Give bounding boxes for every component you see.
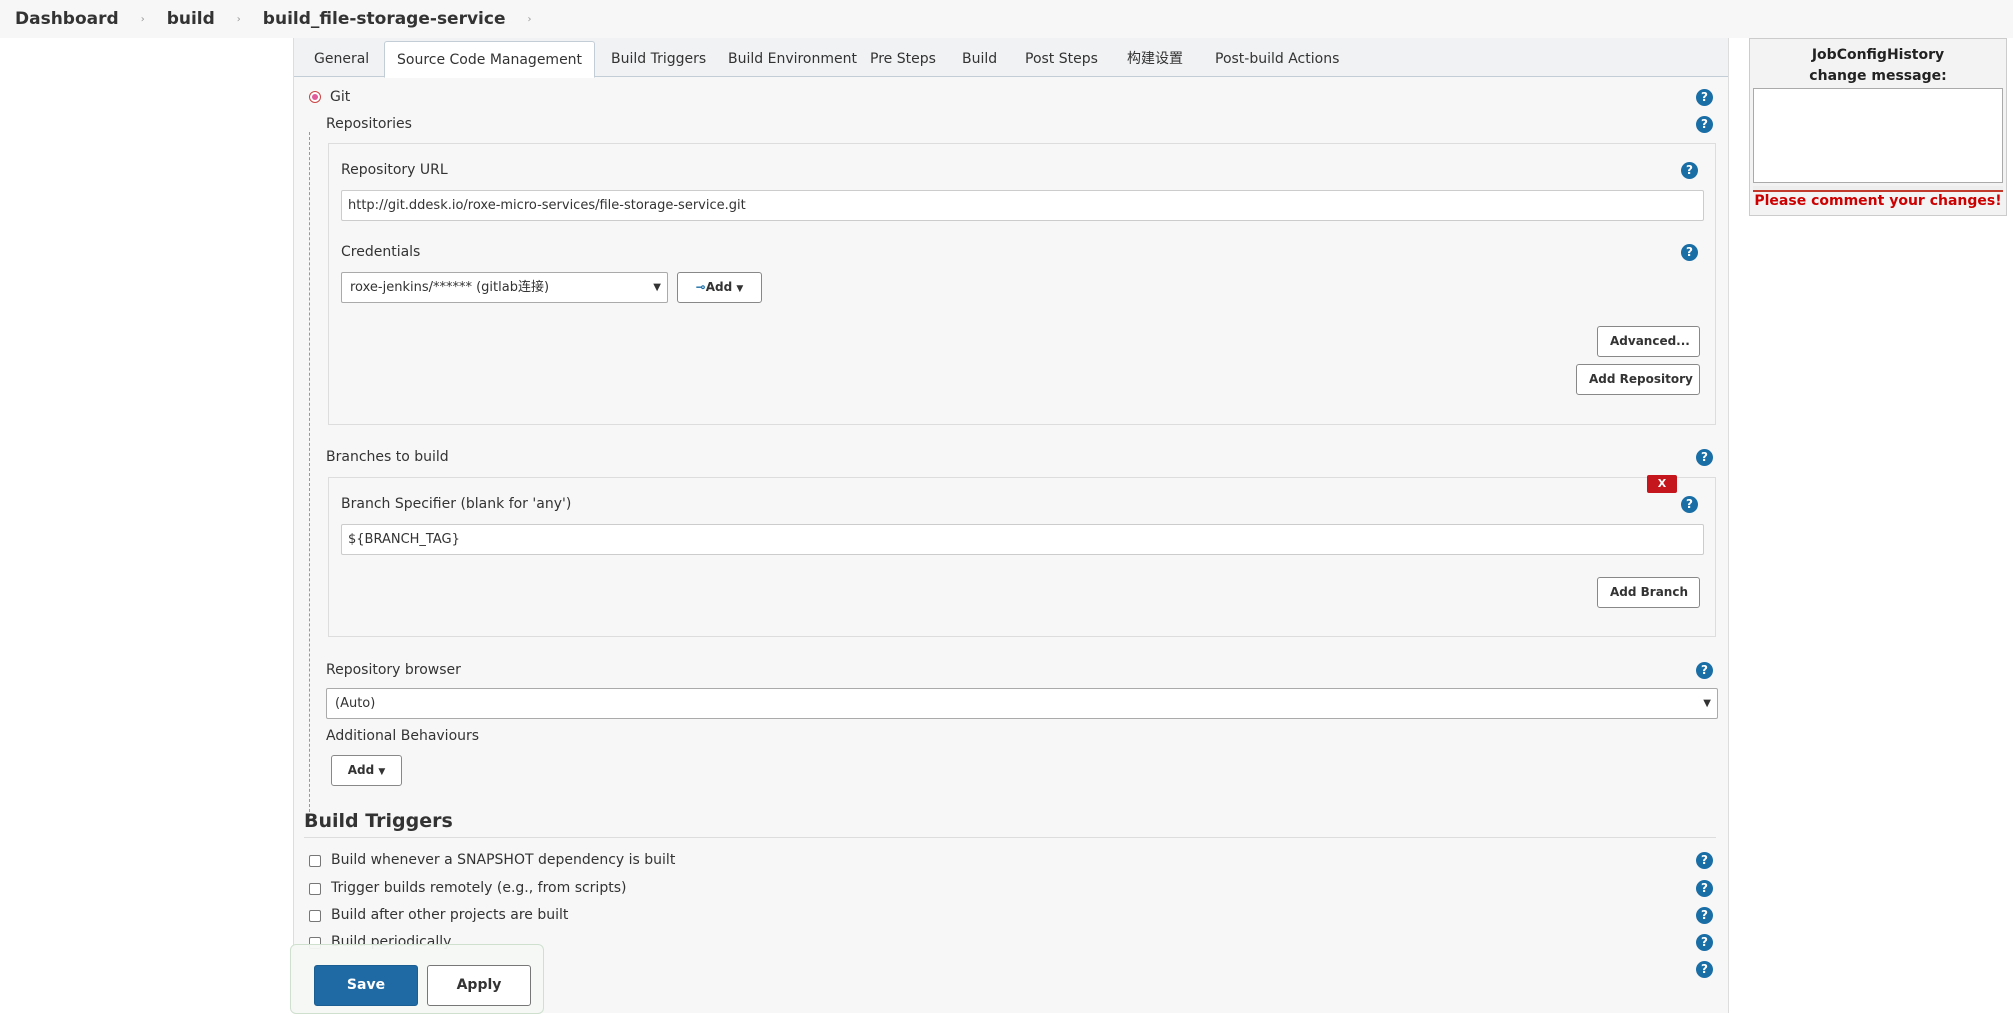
help-icon[interactable]: ? <box>1681 496 1698 513</box>
caret-down-icon: ▼ <box>736 284 744 294</box>
git-label: Git <box>330 89 351 105</box>
chevron-down-icon: ▼ <box>1703 698 1711 709</box>
additional-behaviours-label: Additional Behaviours <box>326 728 480 744</box>
job-config-history-title-line2: change message: <box>1809 68 1947 84</box>
build-triggers-title: Build Triggers <box>304 810 453 832</box>
job-config-history-title-line1: JobConfigHistory <box>1811 47 1945 63</box>
help-icon[interactable]: ? <box>1696 907 1713 924</box>
tab-post-build-actions[interactable]: Post-build Actions <box>1203 41 1351 78</box>
help-icon[interactable]: ? <box>1696 116 1713 133</box>
trigger-after-projects-label: Build after other projects are built <box>331 907 569 923</box>
config-panel: General Source Code Management Build Tri… <box>293 38 1729 1013</box>
breadcrumb-dashboard[interactable]: Dashboard <box>15 9 119 29</box>
help-icon[interactable]: ? <box>1696 934 1713 951</box>
add-credentials-label: Add <box>705 280 733 294</box>
trigger-snapshot-label: Build whenever a SNAPSHOT dependency is … <box>331 852 676 868</box>
repo-browser-value: (Auto) <box>335 696 376 711</box>
help-icon[interactable]: ? <box>1696 89 1713 106</box>
change-message-textarea[interactable] <box>1753 88 2003 183</box>
breadcrumb-separator-icon[interactable]: › <box>141 14 145 25</box>
resize-grip[interactable] <box>1753 186 2003 192</box>
apply-button[interactable]: Apply <box>427 965 531 1006</box>
git-radio[interactable] <box>309 91 321 103</box>
breadcrumb-build[interactable]: build <box>167 9 215 29</box>
credentials-value: roxe-jenkins/****** (gitlab连接) <box>350 280 550 295</box>
comment-warning: Please comment your changes! <box>1754 193 2002 209</box>
save-bar: Save Apply <box>290 944 544 1014</box>
credentials-select[interactable]: roxe-jenkins/****** (gitlab连接) ▼ <box>341 272 668 303</box>
breadcrumb-separator-icon[interactable]: › <box>237 14 241 25</box>
tab-post-steps[interactable]: Post Steps <box>1013 41 1110 78</box>
trigger-remote-checkbox[interactable] <box>309 883 321 895</box>
help-icon[interactable]: ? <box>1696 662 1713 679</box>
trigger-snapshot-checkbox[interactable] <box>309 855 321 867</box>
repo-url-input[interactable]: http://git.ddesk.io/roxe-micro-services/… <box>341 190 1704 221</box>
config-tabbar: General Source Code Management Build Tri… <box>294 38 1728 78</box>
help-icon[interactable]: ? <box>1696 852 1713 869</box>
delete-branch-button[interactable]: X <box>1647 475 1677 493</box>
branch-specifier-label: Branch Specifier (blank for 'any') <box>341 496 572 512</box>
breadcrumb-job[interactable]: build_file-storage-service <box>263 9 506 29</box>
help-icon[interactable]: ? <box>1696 449 1713 466</box>
breadcrumb: Dashboard › build › build_file-storage-s… <box>0 0 2013 38</box>
add-repository-button[interactable]: Add Repository <box>1576 364 1700 395</box>
branches-label: Branches to build <box>326 449 449 465</box>
caret-down-icon: ▼ <box>378 767 386 777</box>
section-divider <box>304 837 1716 838</box>
help-icon[interactable]: ? <box>1681 244 1698 261</box>
credentials-label: Credentials <box>341 244 421 260</box>
tab-pre-steps[interactable]: Pre Steps <box>858 41 948 78</box>
key-icon: ⊸ <box>695 280 706 294</box>
tab-build-triggers[interactable]: Build Triggers <box>599 41 718 78</box>
repositories-label: Repositories <box>326 116 412 132</box>
add-credentials-button[interactable]: ⊸Add ▼ <box>677 272 762 303</box>
repo-browser-label: Repository browser <box>326 662 461 678</box>
tab-build-environment[interactable]: Build Environment <box>716 41 869 78</box>
add-behaviour-button[interactable]: Add ▼ <box>331 755 402 786</box>
help-icon[interactable]: ? <box>1696 961 1713 978</box>
help-icon[interactable]: ? <box>1681 162 1698 179</box>
help-icon[interactable]: ? <box>1696 880 1713 897</box>
repo-browser-select[interactable]: (Auto) ▼ <box>326 688 1718 719</box>
chevron-down-icon: ▼ <box>653 282 661 293</box>
branch-box: X Branch Specifier (blank for 'any') ? $… <box>328 475 1716 637</box>
add-behaviour-label: Add <box>347 763 375 777</box>
branch-specifier-input[interactable]: ${BRANCH_TAG} <box>341 524 1704 555</box>
save-button[interactable]: Save <box>314 965 418 1006</box>
tab-source-code-management[interactable]: Source Code Management <box>384 41 596 78</box>
breadcrumb-separator-icon[interactable]: › <box>528 14 532 25</box>
advanced-button[interactable]: Advanced... <box>1597 326 1700 357</box>
tab-build[interactable]: Build <box>950 41 1009 78</box>
section-guide-line <box>309 132 310 822</box>
repository-box: Repository URL ? http://git.ddesk.io/rox… <box>328 143 1716 425</box>
job-config-history-title: JobConfigHistory change message: <box>1750 45 2006 87</box>
tab-build-settings[interactable]: 构建设置 <box>1115 41 1195 78</box>
trigger-after-projects-checkbox[interactable] <box>309 910 321 922</box>
repo-url-label: Repository URL <box>341 162 448 178</box>
job-config-history-panel: JobConfigHistory change message: Please … <box>1749 38 2007 216</box>
tab-general[interactable]: General <box>302 41 381 78</box>
trigger-remote-label: Trigger builds remotely (e.g., from scri… <box>331 880 627 896</box>
add-branch-button[interactable]: Add Branch <box>1597 577 1700 608</box>
